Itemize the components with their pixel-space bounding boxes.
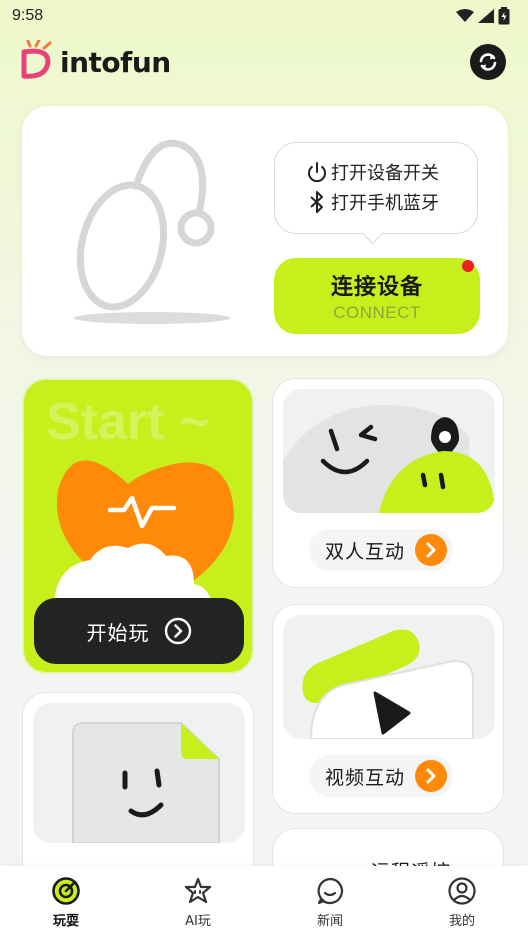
connect-device-sublabel: CONNECT [333,303,421,322]
battery-icon [498,7,510,25]
tab-news[interactable]: 新闻 [290,876,370,929]
heart-illustration [54,460,234,610]
tip-power-text: 打开设备开关 [331,163,439,184]
device-illustration [74,139,230,324]
chevron-right-icon [415,760,448,792]
video-interaction-card[interactable]: 视频互动 [272,604,504,814]
signal-icon [478,9,494,23]
tab-ai[interactable]: AI玩 [158,876,238,929]
app-header: intofun [0,38,528,88]
connect-device-label: 连接设备 [330,275,423,300]
tip-bluetooth-text: 打开手机蓝牙 [331,193,439,214]
tip-bluetooth: 打开手机蓝牙 [305,187,477,217]
refresh-button[interactable] [470,44,506,80]
tab-profile[interactable]: 我的 [422,876,502,929]
status-time: 9:58 [12,7,44,24]
bluetooth-icon [305,190,329,214]
video-illustration [283,615,495,739]
video-interaction-button[interactable]: 视频互动 [309,755,454,797]
connect-device-button[interactable]: 连接设备 CONNECT [274,258,480,334]
wifi-icon [456,9,474,22]
bottom-tab-bar: 玩耍 AI玩 新闻 我的 [0,866,528,939]
tip-power: 打开设备开关 [305,157,477,187]
status-bar: 9:58 [0,0,528,32]
power-icon [305,161,329,183]
start-play-button[interactable]: 开始玩 [34,598,244,664]
brand-logo: intofun [18,40,171,84]
ai-companion-card[interactable] [22,692,254,892]
logo-mark-icon [21,40,52,79]
chevron-right-icon [415,534,448,566]
profile-icon [448,877,476,905]
paper-face-illustration [33,703,245,843]
brand-name: intofun [60,45,171,79]
duo-interaction-card[interactable]: 双人互动 [272,378,504,588]
chat-bubble-icon [317,877,344,905]
tab-play-label: 玩耍 [52,914,79,929]
tab-ai-label: AI玩 [185,914,211,929]
chevron-right-circle-icon [164,617,191,645]
tab-news-label: 新闻 [316,914,343,929]
connection-tips-bubble: 打开设备开关 打开手机蓝牙 [274,142,478,234]
tab-profile-label: 我的 [448,914,475,929]
device-connect-card: 打开设备开关 打开手机蓝牙 连接设备 CONNECT [22,106,508,356]
ai-star-icon [184,877,212,904]
duo-interaction-button[interactable]: 双人互动 [309,529,454,571]
refresh-icon [479,53,497,71]
tab-play[interactable]: 玩耍 [26,876,106,929]
start-play-card[interactable]: Start ~ 开始玩 [22,378,254,674]
duo-interaction-label: 双人互动 [325,540,406,563]
start-play-label: 开始玩 [86,620,150,645]
play-target-icon [52,877,80,905]
duo-illustration [283,389,495,513]
video-interaction-label: 视频互动 [325,766,406,789]
status-icons [456,7,510,25]
notification-dot [462,260,474,272]
